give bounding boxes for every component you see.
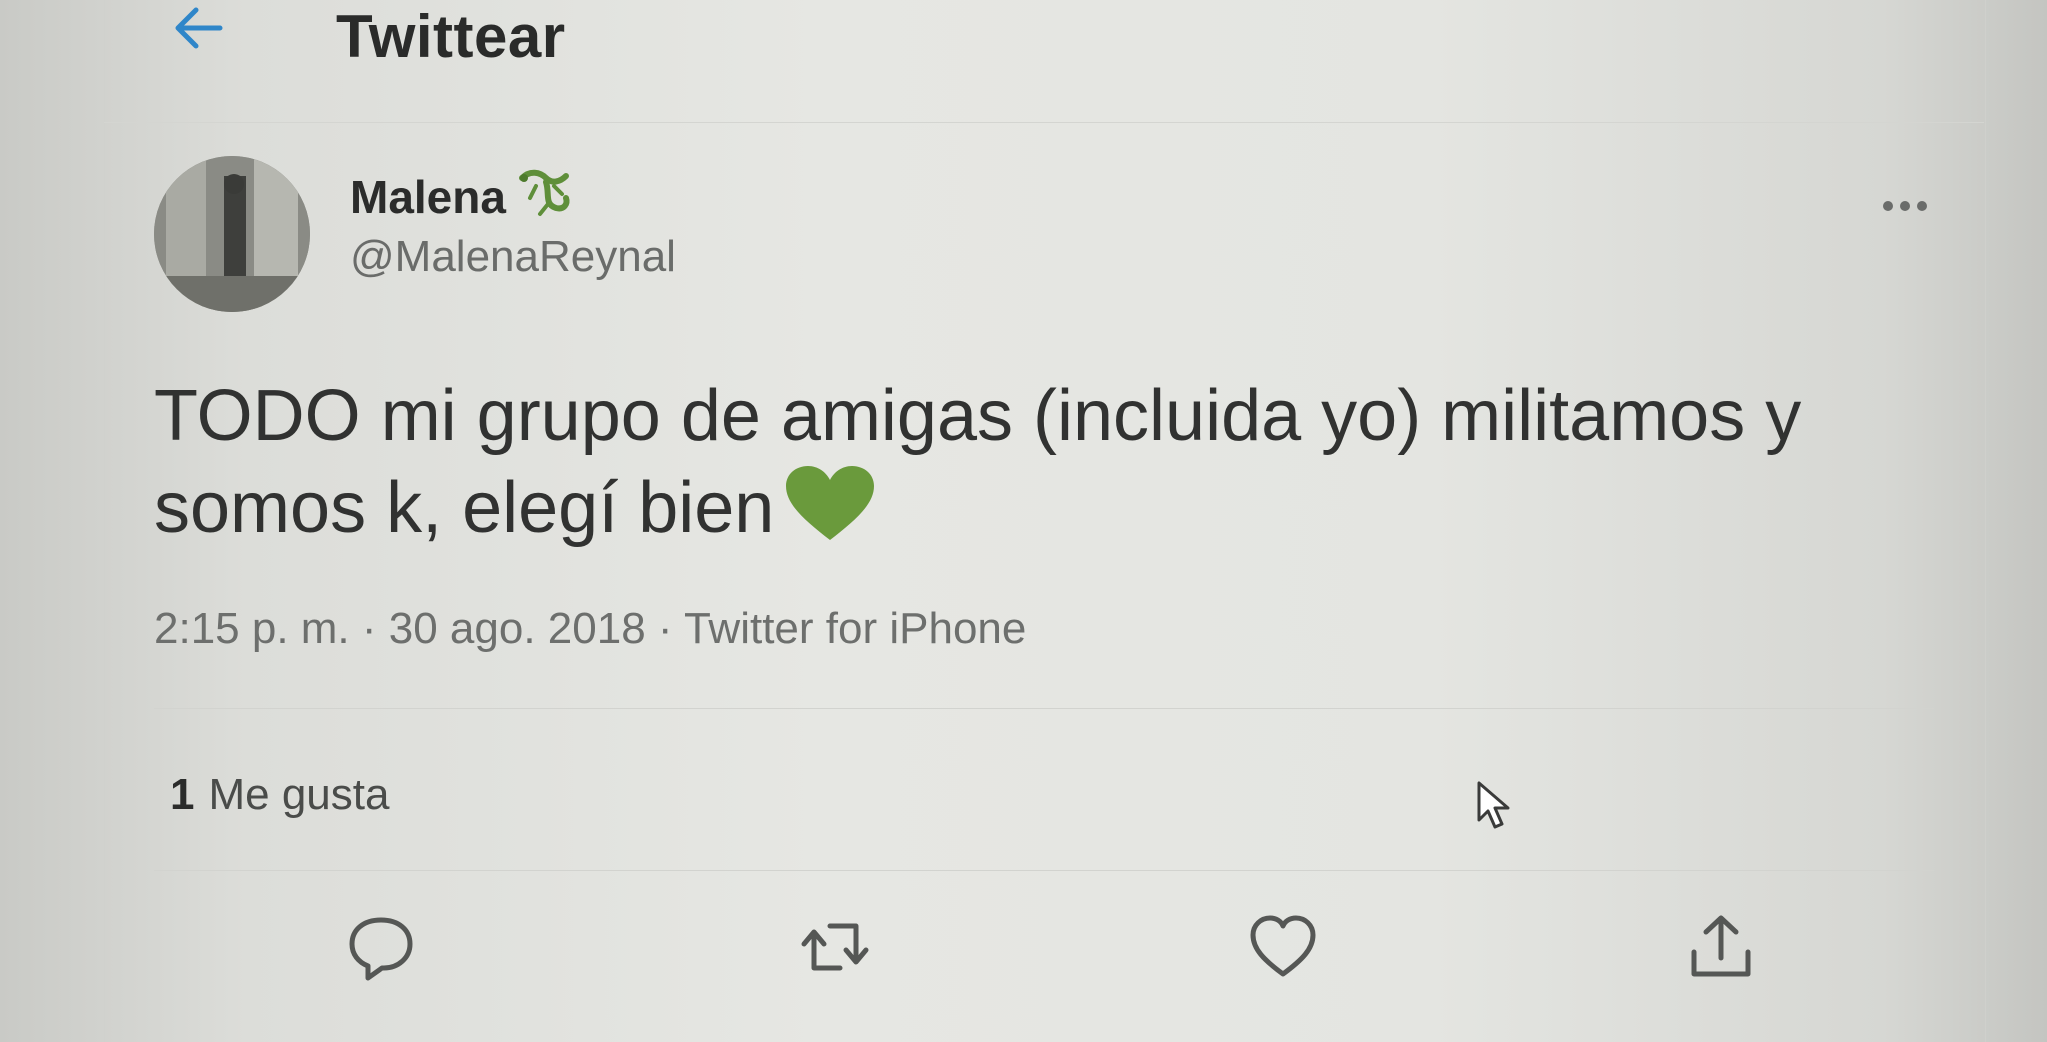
- tweet-text: TODO mi grupo de amigas (incluida yo) mi…: [154, 370, 1914, 554]
- mouse-cursor-icon: [1477, 781, 1510, 829]
- avatar-photo: [154, 156, 310, 312]
- screen: Twittear Malena @MalenaReynal TODO mi gr…: [0, 0, 2047, 1042]
- tweet-meta: 2:15 p. m. · 30 ago. 2018 · Twitter for …: [154, 604, 1027, 653]
- back-button[interactable]: [170, 2, 230, 54]
- tweet-text-line-2: somos k, elegí bien: [154, 468, 775, 548]
- reply-button[interactable]: [346, 912, 416, 982]
- green-heart-emoji: [786, 466, 875, 540]
- tweet-text-line-1: TODO mi grupo de amigas (incluida yo) mi…: [154, 376, 1802, 456]
- more-options-icon[interactable]: [1880, 198, 1930, 214]
- tweet-text-line-2-wrap: somos k, elegí bien: [154, 462, 1914, 554]
- arrow-left-icon: [175, 7, 223, 49]
- divider: [154, 870, 1934, 871]
- avatar[interactable]: [154, 156, 310, 312]
- share-icon: [1691, 915, 1751, 977]
- share-button[interactable]: [1686, 912, 1756, 982]
- likes-summary[interactable]: 1 Me gusta: [170, 770, 389, 820]
- page-title: Twittear: [336, 3, 566, 70]
- reply-icon: [349, 917, 413, 981]
- like-button[interactable]: [1248, 912, 1318, 982]
- lizard-emoji: [519, 169, 570, 216]
- likes-label: Me gusta: [208, 770, 390, 819]
- like-icon: [1250, 915, 1316, 977]
- likes-count: 1: [170, 770, 195, 819]
- retweet-icon: [801, 923, 869, 971]
- display-name[interactable]: Malena: [350, 170, 506, 224]
- retweet-button[interactable]: [800, 912, 870, 982]
- divider: [154, 708, 1934, 709]
- user-handle[interactable]: @MalenaReynal: [350, 232, 676, 282]
